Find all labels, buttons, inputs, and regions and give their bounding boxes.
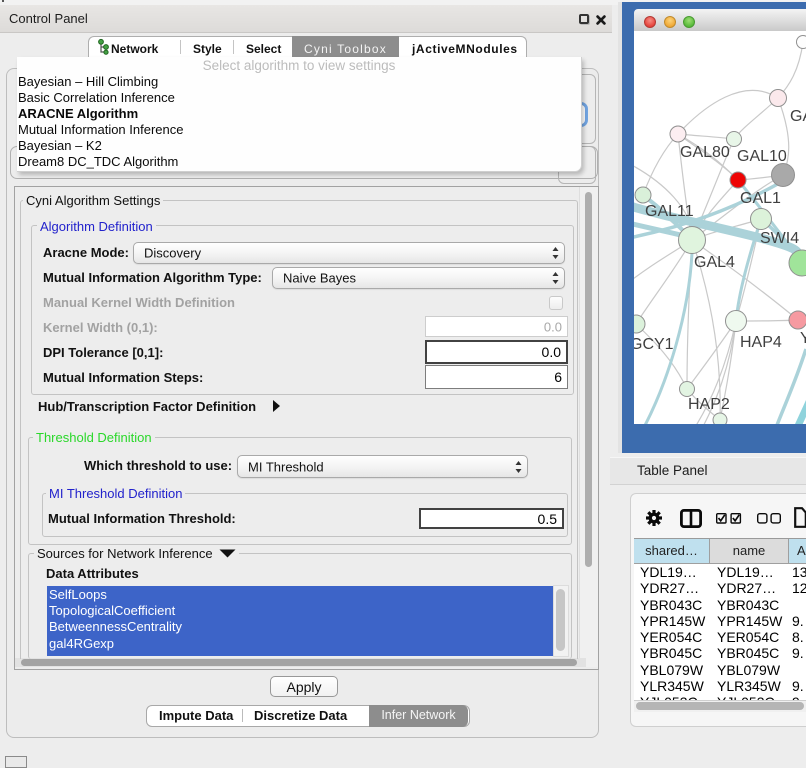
svg-text:GAL1: GAL1 [740, 190, 781, 207]
svg-text:GAL: GAL [790, 108, 806, 125]
svg-text:GAL10: GAL10 [737, 148, 787, 165]
svg-text:GAL4: GAL4 [694, 254, 735, 271]
svg-text:Y: Y [800, 330, 806, 347]
svg-text:GAL80: GAL80 [680, 144, 730, 161]
svg-text:HAP2: HAP2 [688, 396, 730, 413]
svg-text:SWI4: SWI4 [760, 230, 799, 247]
svg-text:GCY1: GCY1 [634, 336, 674, 353]
svg-text:GAL11: GAL11 [645, 203, 694, 220]
svg-text:HAP4: HAP4 [740, 334, 782, 351]
